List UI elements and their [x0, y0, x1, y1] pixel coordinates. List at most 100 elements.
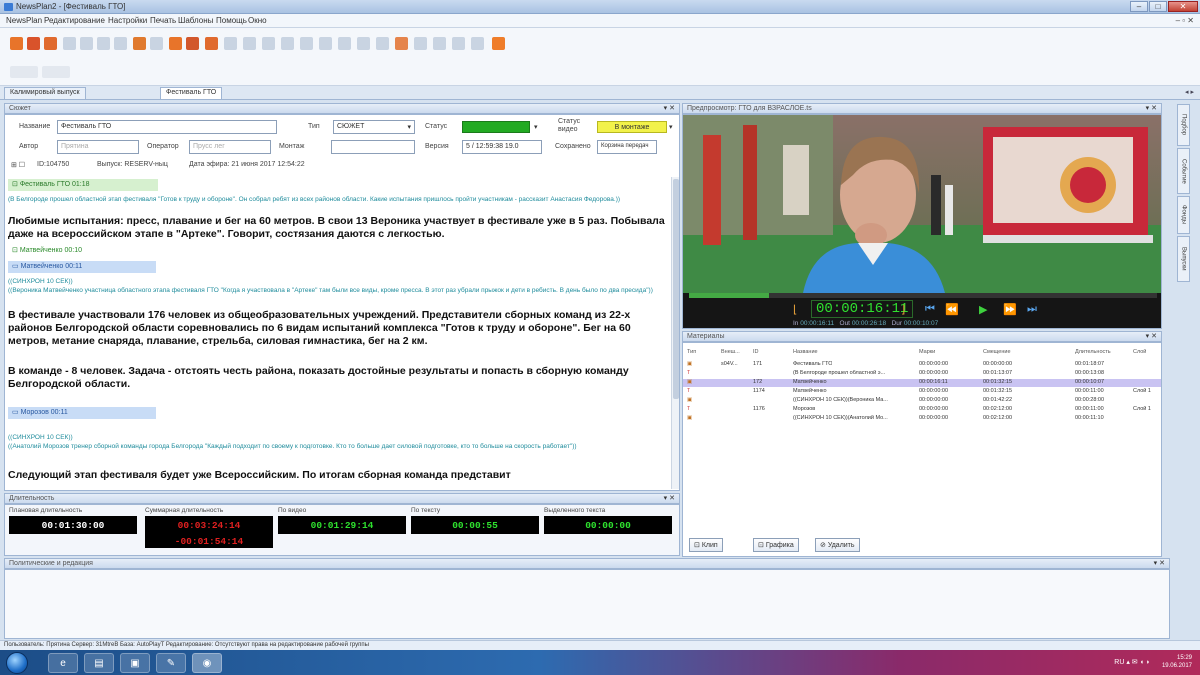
grid-icon[interactable]: [300, 37, 313, 50]
panel-controls-icon[interactable]: ▾ ✕: [1146, 104, 1157, 113]
clip-button[interactable]: ⊡ Клип: [689, 538, 723, 552]
table-row[interactable]: ▣ ((СИНХРОН 10 СЕК))(Вероника Ма... 00:00:…: [683, 397, 1161, 405]
import-icon[interactable]: [224, 37, 237, 50]
video-status-value[interactable]: В монтаже: [597, 121, 667, 133]
close-icon[interactable]: ✕: [1168, 1, 1198, 12]
insert-icon[interactable]: [133, 37, 146, 50]
scrollbar-thumb[interactable]: [673, 179, 679, 399]
export-icon[interactable]: [205, 37, 218, 50]
newsplan-taskbar-icon[interactable]: ◉: [192, 653, 222, 673]
side-tab-issues[interactable]: Выпуски: [1177, 236, 1190, 282]
upload-icon[interactable]: [169, 37, 182, 50]
link-icon[interactable]: [281, 37, 294, 50]
tab-calim-issue[interactable]: Калимировый выпуск: [4, 87, 86, 99]
operator-select[interactable]: Прусс лег: [189, 140, 271, 154]
minimize-icon[interactable]: –: [1130, 1, 1148, 12]
saved-value[interactable]: Корзина передач: [597, 140, 657, 154]
refresh-icon[interactable]: [471, 37, 484, 50]
status-indicator[interactable]: [462, 121, 530, 133]
system-tray-icons[interactable]: RU ▴ ✉ ◖ ◗: [1114, 658, 1150, 666]
name-input[interactable]: Фестиваль ГТО: [57, 120, 277, 134]
ie-icon[interactable]: e: [48, 653, 78, 673]
segment-header[interactable]: ▭ Матвейченко 00:11: [8, 261, 156, 273]
table-row[interactable]: T 1176 Морозов 00:00:00:00 00:02:12:00 00:00:…: [683, 406, 1161, 414]
explorer-icon[interactable]: ▤: [84, 653, 114, 673]
menu-print[interactable]: Печать: [150, 16, 176, 25]
menu-help[interactable]: Помощь: [216, 16, 247, 25]
story-text[interactable]: ⊡ Фестиваль ГТО 01:18 (В Белгороде проше…: [8, 177, 674, 487]
menu-settings[interactable]: Настройки: [108, 16, 147, 25]
menu-window[interactable]: Окно: [248, 16, 267, 25]
mark-out-icon[interactable]: ⌋: [901, 303, 905, 316]
maximize-icon[interactable]: □: [1149, 1, 1167, 12]
montage-select[interactable]: [331, 140, 415, 154]
dictation-icon[interactable]: [10, 66, 38, 78]
side-tab-selection[interactable]: Подбор: [1177, 104, 1190, 146]
panel-controls-icon[interactable]: ▾ ✕: [664, 104, 675, 113]
search-icon[interactable]: [452, 37, 465, 50]
segment-header[interactable]: ⊡ Матвейченко 00:10: [8, 245, 158, 257]
clock[interactable]: 15:29 19.06.2017: [1162, 654, 1192, 670]
panel-controls-icon[interactable]: ▾ ✕: [1146, 332, 1157, 341]
start-button[interactable]: [6, 652, 28, 674]
new-doc-icon[interactable]: [10, 37, 23, 50]
story-scrollbar[interactable]: [671, 177, 679, 489]
unlock-icon[interactable]: [262, 37, 275, 50]
delete-button[interactable]: ⊘ Удалить: [815, 538, 860, 552]
status-dropdown-icon[interactable]: ▾: [534, 123, 538, 131]
download-icon[interactable]: [186, 37, 199, 50]
play-icon[interactable]: ▶: [979, 303, 987, 316]
save-icon[interactable]: [44, 37, 57, 50]
filter-icon[interactable]: [357, 37, 370, 50]
go-start-icon[interactable]: ⏮: [925, 303, 935, 316]
table-row[interactable]: T (В Белгороде прошел областной э... 00:00…: [683, 370, 1161, 378]
graphics-button[interactable]: ⊡ Графика: [753, 538, 799, 552]
go-end-icon[interactable]: ⏭: [1027, 303, 1037, 316]
play-icon[interactable]: [492, 37, 505, 50]
menu-templates[interactable]: Шаблоны: [178, 16, 213, 25]
video-status-dropdown-icon[interactable]: ▾: [669, 123, 673, 131]
preview-icon[interactable]: [433, 37, 446, 50]
author-select[interactable]: Прятина: [57, 140, 139, 154]
table-row[interactable]: ▣ 172 Матвейченко 00:00:16:11 00:01:32:15 00:…: [683, 379, 1161, 387]
type-select[interactable]: СЮЖЕТ ▾: [333, 120, 415, 134]
segment-header[interactable]: ▭ Морозов 00:11: [8, 407, 156, 419]
mail-icon[interactable]: [395, 37, 408, 50]
table-row[interactable]: ▣ ((СИНХРОН 10 СЕК))(Анатолий Мо... 00:00:…: [683, 415, 1161, 423]
status-bar: Пользователь: Прятина Сервер: 31MtreB Ба…: [0, 640, 1200, 650]
lock-icon[interactable]: [243, 37, 256, 50]
side-tab-funds[interactable]: Фонды: [1177, 196, 1190, 234]
version-select[interactable]: 5 / 12:59:38 19.0: [462, 140, 542, 154]
sort-icon[interactable]: [376, 37, 389, 50]
mdi-controls-icon[interactable]: – ▫ ✕: [1176, 16, 1194, 25]
menu-newsplan[interactable]: NewsPlan: [6, 16, 42, 25]
cut-icon[interactable]: [63, 37, 76, 50]
tabs-nav-icon[interactable]: ◂ ▸: [1185, 88, 1194, 96]
menu-edit[interactable]: Редактирование: [44, 16, 105, 25]
mark-in-icon[interactable]: ⌊: [793, 303, 797, 316]
side-tab-events[interactable]: Событие: [1177, 148, 1190, 194]
brush-icon[interactable]: [42, 66, 70, 78]
timeline-scrubber[interactable]: [689, 293, 1157, 298]
open-icon[interactable]: [27, 37, 40, 50]
print-icon[interactable]: [414, 37, 427, 50]
rewind-icon[interactable]: ⏪: [945, 303, 959, 316]
segment-header[interactable]: ⊡ Фестиваль ГТО 01:18: [8, 179, 158, 191]
table-row[interactable]: T 1174 Матвейченко 00:00:00:00 00:01:32:15 00…: [683, 388, 1161, 396]
format-icon[interactable]: [114, 37, 127, 50]
segment-icon: ▭: [12, 263, 21, 270]
table-icon[interactable]: [319, 37, 332, 50]
panel-controls-icon[interactable]: ▾ ✕: [1154, 559, 1165, 568]
move-icon[interactable]: [150, 37, 163, 50]
media-icon[interactable]: ▣: [120, 653, 150, 673]
tab-gto-festival[interactable]: Фестиваль ГТО: [160, 87, 223, 99]
list-icon[interactable]: [338, 37, 351, 50]
copy-icon[interactable]: [80, 37, 93, 50]
panel-controls-icon[interactable]: ▾ ✕: [664, 494, 675, 503]
table-row[interactable]: ▣ s04V... 171 Фестиваль ГТО 00:00:00:00 00:00…: [683, 361, 1161, 369]
fast-forward-icon[interactable]: ⏩: [1003, 303, 1017, 316]
video-frame[interactable]: [683, 115, 1161, 293]
paste-icon[interactable]: [97, 37, 110, 50]
expand-icon[interactable]: ⊞ ☐: [11, 161, 25, 169]
app-taskbar-icon[interactable]: ✎: [156, 653, 186, 673]
